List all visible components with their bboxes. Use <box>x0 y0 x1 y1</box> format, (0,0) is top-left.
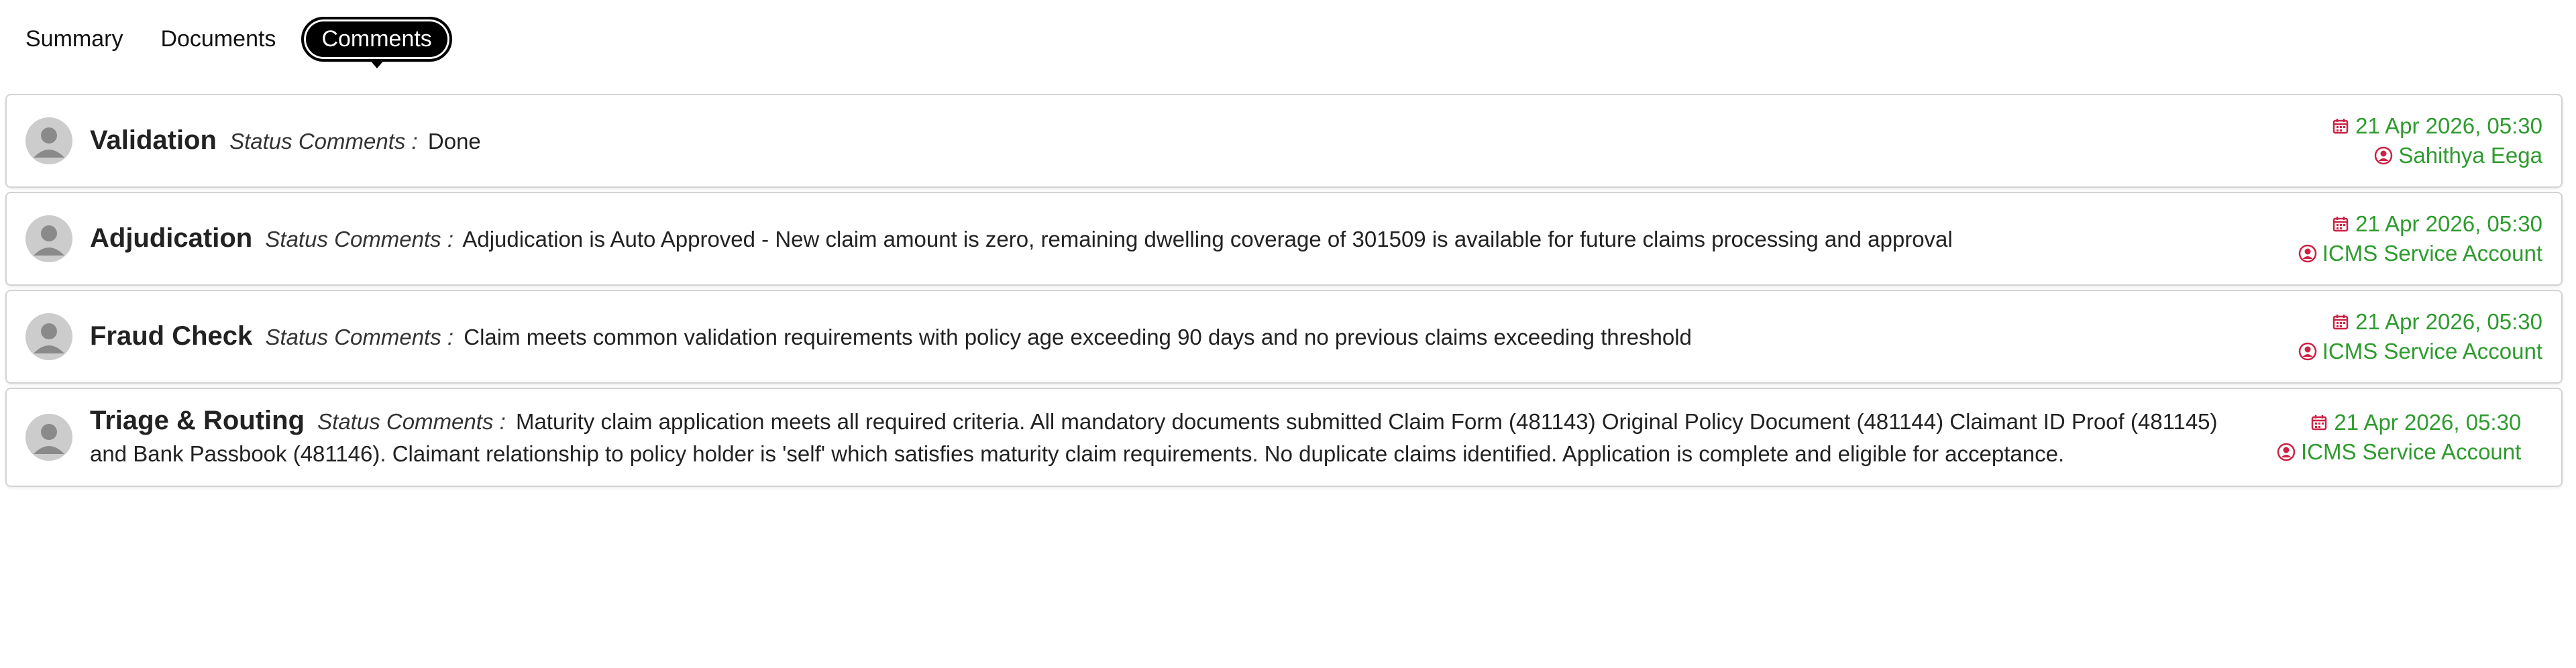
tab-bar: Summary Documents Comments <box>5 13 2571 64</box>
comment-body: Adjudication Status Comments : Adjudicat… <box>90 222 2298 256</box>
comment-card-validation: Validation Status Comments : Done 21 Apr… <box>5 94 2563 188</box>
user-icon <box>2277 443 2296 461</box>
tab-summary[interactable]: Summary <box>9 19 139 59</box>
calendar-icon <box>2332 315 2349 330</box>
status-comments-label: Status Comments : <box>317 409 506 434</box>
comment-meta: 21 Apr 2026, 05:30 Sahithya Eega <box>2331 111 2542 170</box>
status-comments-label: Status Comments : <box>265 227 453 252</box>
user-icon <box>2298 244 2316 263</box>
comment-list: Validation Status Comments : Done 21 Apr… <box>5 94 2571 487</box>
comment-user: ICMS Service Account <box>2322 241 2542 266</box>
comment-title: Fraud Check <box>90 321 253 351</box>
avatar-icon <box>25 414 72 461</box>
comment-card-fraud-check: Fraud Check Status Comments : Claim meet… <box>5 290 2563 384</box>
comment-user: ICMS Service Account <box>2301 439 2522 464</box>
avatar-icon <box>25 117 72 164</box>
comment-date: 21 Apr 2026, 05:30 <box>2355 211 2542 236</box>
avatar-icon <box>25 215 72 262</box>
comment-card-triage-routing: Triage & Routing Status Comments : Matur… <box>5 388 2563 487</box>
calendar-icon <box>2332 119 2349 134</box>
status-comments-label: Status Comments : <box>265 325 454 349</box>
comment-meta: 21 Apr 2026, 05:30 ICMS Service Account <box>2277 408 2521 467</box>
comment-date: 21 Apr 2026, 05:30 <box>2355 309 2542 334</box>
comment-meta: 21 Apr 2026, 05:30 ICMS Service Account <box>2298 209 2542 268</box>
comment-title: Validation <box>90 125 217 155</box>
comment-user: ICMS Service Account <box>2322 339 2542 364</box>
comment-card-adjudication: Adjudication Status Comments : Adjudicat… <box>5 192 2563 286</box>
calendar-icon <box>2312 415 2327 431</box>
comment-body: Validation Status Comments : Done <box>90 124 2331 158</box>
user-icon <box>2298 342 2316 361</box>
comment-meta: 21 Apr 2026, 05:30 ICMS Service Account <box>2298 307 2542 366</box>
calendar-icon <box>2332 217 2349 232</box>
user-icon <box>2375 146 2393 165</box>
comment-user: Sahithya Eega <box>2398 143 2542 168</box>
tab-documents[interactable]: Documents <box>144 19 292 59</box>
comments-page: Summary Documents Comments Validation St… <box>0 0 2576 668</box>
comment-text: Done <box>427 129 481 154</box>
comment-body: Fraud Check Status Comments : Claim meet… <box>90 320 2298 353</box>
comment-body: Triage & Routing Status Comments : Matur… <box>90 404 2277 470</box>
status-comments-label: Status Comments : <box>229 129 418 154</box>
comment-date: 21 Apr 2026, 05:30 <box>2334 410 2522 435</box>
tab-comments[interactable]: Comments <box>301 16 452 62</box>
comment-text: Adjudication is Auto Approved - New clai… <box>462 227 1953 252</box>
avatar-icon <box>25 313 72 360</box>
comment-title: Triage & Routing <box>90 406 305 435</box>
comment-title: Adjudication <box>90 223 253 253</box>
comment-date: 21 Apr 2026, 05:30 <box>2355 113 2542 138</box>
comment-text: Claim meets common validation requiremen… <box>464 325 1692 349</box>
